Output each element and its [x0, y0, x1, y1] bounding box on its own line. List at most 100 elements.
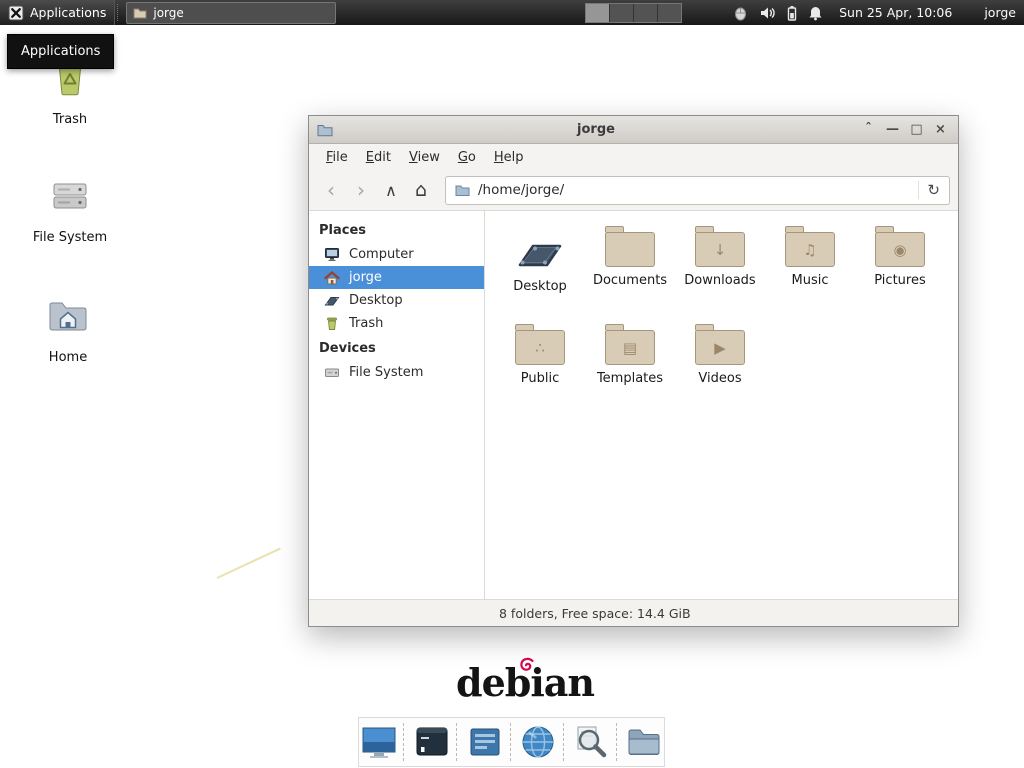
workspace-cell-1[interactable]: [586, 4, 610, 22]
folder-icon: ♫: [785, 232, 835, 267]
desktop-icon-label: Trash: [22, 112, 118, 127]
devices-header: Devices: [309, 335, 484, 361]
folder-icon: ↓: [695, 232, 745, 267]
places-header: Places: [309, 217, 484, 243]
home-button[interactable]: ⌂: [407, 176, 435, 204]
dock-file-manager-button[interactable]: [625, 721, 664, 763]
home-icon: [324, 270, 340, 285]
template-emblem: ▤: [606, 331, 654, 364]
task-list-icon: [466, 723, 504, 761]
desktop-icon: [514, 227, 566, 273]
sidebar-item-label: Computer: [349, 247, 414, 262]
file-manager-window: jorge ˆ — □ × File Edit View Go Help ‹ ›…: [308, 115, 959, 627]
menu-file[interactable]: File: [317, 146, 357, 169]
maximize-button[interactable]: □: [907, 120, 926, 139]
clock[interactable]: Sun 25 Apr, 10:06: [839, 5, 952, 20]
location-text: /home/jorge/: [478, 182, 564, 198]
applications-button[interactable]: Applications: [0, 0, 115, 25]
task-button-jorge[interactable]: jorge: [126, 2, 336, 24]
back-button[interactable]: ‹: [317, 176, 345, 204]
grid-item-desktop[interactable]: Desktop: [495, 223, 585, 321]
touchpad-icon[interactable]: [732, 5, 749, 21]
window-body: Places Computer: [309, 211, 958, 599]
grid-item-label: Downloads: [684, 273, 755, 288]
dock-app-finder-button[interactable]: [572, 721, 611, 763]
menu-go[interactable]: Go: [449, 146, 485, 169]
sidebar-item-label: Desktop: [349, 293, 403, 308]
window-controls: ˆ — □ ×: [859, 120, 950, 139]
workspace-cell-2[interactable]: [610, 4, 634, 22]
dock-separator: [563, 723, 567, 761]
drive-icon: [46, 172, 94, 220]
task-button-label: jorge: [153, 6, 183, 20]
status-text: 8 folders, Free space: 14.4 GiB: [499, 606, 691, 621]
volume-icon[interactable]: [759, 5, 776, 21]
system-tray: [732, 5, 823, 21]
folder-view: Desktop Documents ↓ Downloads ♫ Music: [485, 211, 958, 599]
terminal-icon: [413, 723, 451, 761]
grid-item-videos[interactable]: ▶ Videos: [675, 321, 765, 419]
username-label: jorge: [984, 5, 1016, 20]
menubar: File Edit View Go Help: [309, 144, 958, 170]
sidebar-item-label: jorge: [349, 270, 382, 285]
close-button[interactable]: ×: [931, 120, 950, 139]
menu-help[interactable]: Help: [485, 146, 533, 169]
dock-web-browser-button[interactable]: [518, 721, 557, 763]
desktop-icon-home[interactable]: Home: [20, 292, 116, 365]
dock-terminal-button[interactable]: [412, 721, 451, 763]
applications-tooltip: Applications: [7, 34, 114, 69]
grid-item-documents[interactable]: Documents: [585, 223, 675, 321]
icon-grid: Desktop Documents ↓ Downloads ♫ Music: [485, 211, 958, 599]
folder-icon: ▶: [695, 330, 745, 365]
desktop-icon: [324, 293, 340, 308]
workspace-switcher: [585, 3, 682, 23]
grid-item-templates[interactable]: ▤ Templates: [585, 321, 675, 419]
debian-swirl-icon: [519, 657, 535, 673]
notifications-icon[interactable]: [808, 5, 823, 21]
grid-item-pictures[interactable]: ◉ Pictures: [855, 223, 945, 321]
titlebar[interactable]: jorge ˆ — □ ×: [309, 116, 958, 144]
location-bar[interactable]: /home/jorge/ ↻: [445, 176, 950, 205]
grid-item-label: Desktop: [513, 279, 567, 294]
applications-label: Applications: [30, 5, 106, 20]
documents-emblem: [606, 233, 654, 266]
folder-icon: ▤: [605, 330, 655, 365]
minimize-button[interactable]: —: [883, 120, 902, 139]
workspace-cell-3[interactable]: [634, 4, 658, 22]
applications-icon: [8, 5, 24, 21]
toolbar: ‹ › ∧ ⌂ /home/jorge/ ↻: [309, 170, 958, 211]
web-browser-icon: [519, 723, 557, 761]
dock-separator: [403, 723, 407, 761]
sidebar-item-file-system[interactable]: File System: [309, 361, 484, 384]
grid-item-music[interactable]: ♫ Music: [765, 223, 855, 321]
folder-icon: [133, 7, 147, 19]
grid-item-downloads[interactable]: ↓ Downloads: [675, 223, 765, 321]
shade-button[interactable]: ˆ: [859, 120, 878, 139]
camera-emblem: ◉: [876, 233, 924, 266]
folder-icon: [605, 232, 655, 267]
sidebar-item-label: Trash: [349, 316, 383, 331]
menu-view[interactable]: View: [400, 146, 449, 169]
show-desktop-icon: [360, 723, 398, 761]
menu-edit[interactable]: Edit: [357, 146, 400, 169]
forward-button[interactable]: ›: [347, 176, 375, 204]
workspace-cell-4[interactable]: [658, 4, 681, 22]
dock-separator: [456, 723, 460, 761]
grid-item-public[interactable]: ∴ Public: [495, 321, 585, 419]
sidebar-item-computer[interactable]: Computer: [309, 243, 484, 266]
dock-task-list-button[interactable]: [465, 721, 504, 763]
sidebar-item-jorge[interactable]: jorge: [309, 266, 484, 289]
computer-icon: [324, 247, 340, 262]
reload-button[interactable]: ↻: [918, 181, 940, 199]
grid-item-label: Public: [521, 371, 559, 386]
desktop-icon-file-system[interactable]: File System: [22, 172, 118, 245]
grid-item-label: Documents: [593, 273, 667, 288]
dock-show-desktop-button[interactable]: [359, 721, 398, 763]
desktop-icon-label: Home: [20, 350, 116, 365]
dock-separator: [616, 723, 620, 761]
up-button[interactable]: ∧: [377, 176, 405, 204]
sidebar-item-desktop[interactable]: Desktop: [309, 289, 484, 312]
download-emblem: ↓: [696, 233, 744, 266]
power-icon[interactable]: [786, 5, 798, 21]
sidebar-item-trash[interactable]: Trash: [309, 312, 484, 335]
